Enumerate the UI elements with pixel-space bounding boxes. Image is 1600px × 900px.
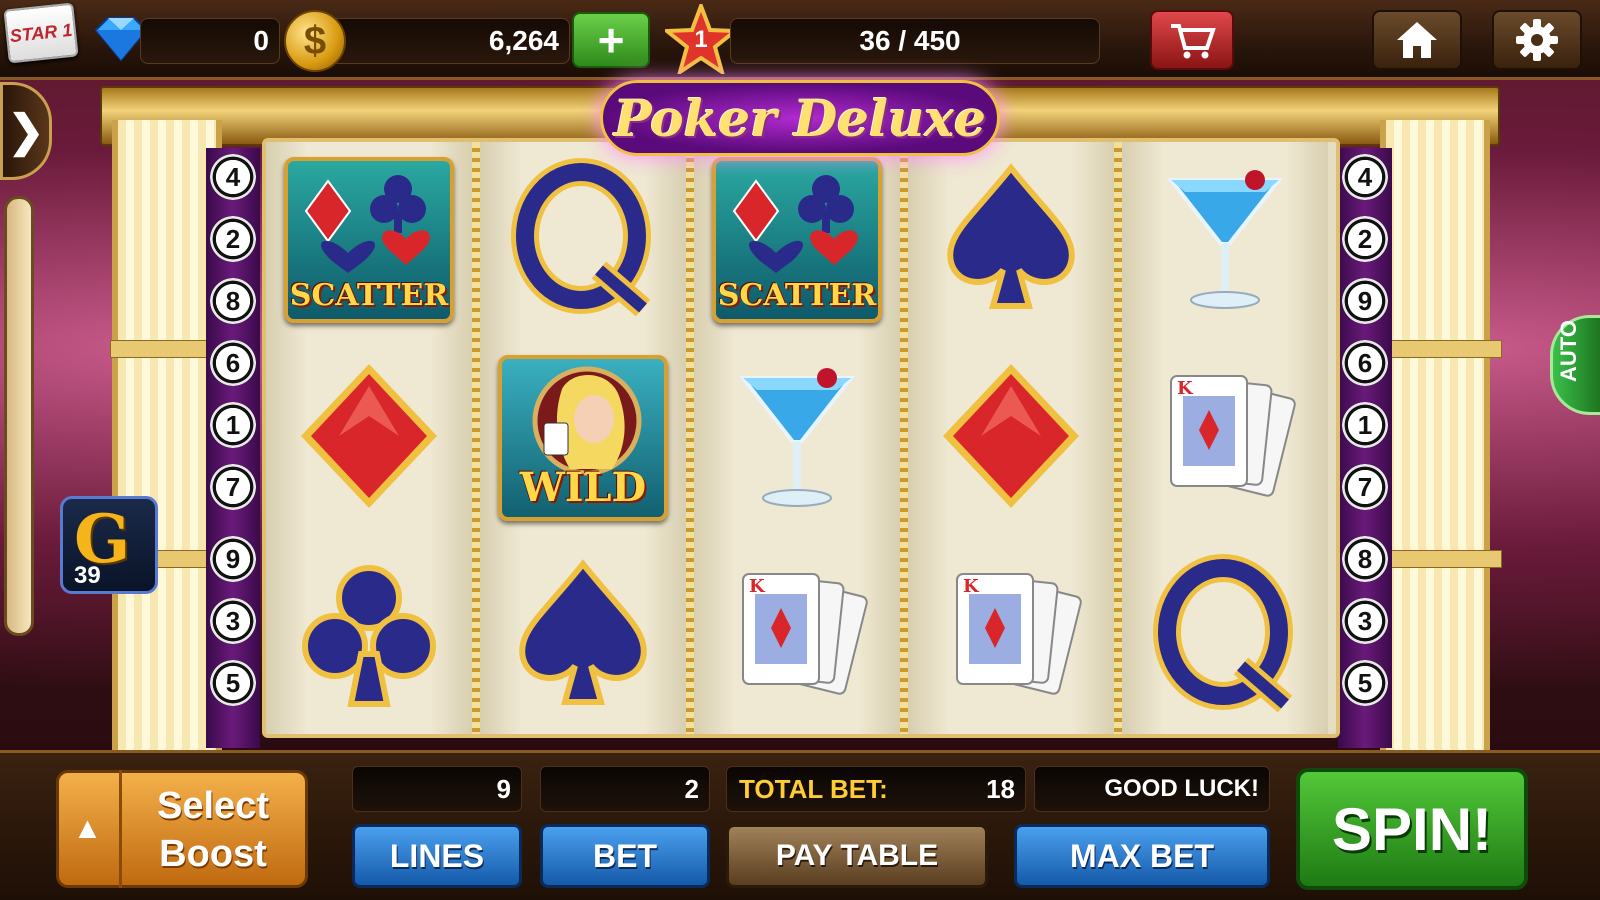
reel: K — [1122, 142, 1328, 734]
max-bet-button[interactable]: MAX BET — [1014, 824, 1270, 888]
reel: WILD — [480, 142, 686, 734]
kings-symbol: K — [717, 554, 877, 719]
xp-progress: 36 / 450 — [730, 18, 1100, 64]
wild-label: WILD — [519, 464, 647, 511]
total-bet-value: 18 — [986, 773, 1015, 804]
star-rank-badge: STAR 1 — [3, 2, 79, 64]
spade-symbol — [503, 554, 663, 719]
martini-symbol — [717, 356, 877, 521]
gear-icon — [1516, 19, 1558, 61]
scatter-symbol: SCATTER — [712, 157, 882, 323]
reel-cell: K — [694, 538, 900, 734]
queen-symbol — [1145, 553, 1305, 719]
cart-icon — [1171, 24, 1216, 59]
svg-text:K: K — [1177, 378, 1194, 399]
reels-area: SCATTER WILD SCATTER KKK — [262, 138, 1340, 738]
reel: SCATTER — [266, 142, 472, 734]
diamond-symbol — [289, 356, 449, 521]
total-bet-label: TOTAL BET: — [739, 773, 888, 804]
buy-coins-button[interactable]: + — [572, 12, 650, 68]
payline-chip-left[interactable]: 9 — [210, 536, 256, 582]
total-bet-display: TOTAL BET: 18 — [726, 766, 1026, 812]
kings-symbol: K — [931, 554, 1091, 719]
boost-progress-track — [4, 196, 34, 636]
bet-button[interactable]: BET — [540, 824, 710, 888]
slot-stage: 4 2 8 6 1 7 9 3 5 4 2 9 6 1 7 8 3 5 SCATTER WILD SCATTER… — [0, 80, 1600, 750]
payline-chip-left[interactable]: 5 — [210, 660, 256, 706]
diamond-symbol — [931, 356, 1091, 521]
spin-button[interactable]: SPIN! — [1296, 768, 1528, 890]
reel-cell — [266, 538, 472, 734]
home-icon — [1397, 22, 1437, 58]
payline-chip-left[interactable]: 8 — [210, 278, 256, 324]
status-message: GOOD LUCK! — [1034, 766, 1270, 812]
scatter-label: SCATTER — [289, 278, 449, 313]
boost-up-arrow-icon[interactable]: ▲ — [56, 770, 122, 888]
payline-chip-right[interactable]: 4 — [1342, 154, 1388, 200]
game-title-plate: Poker Deluxe — [600, 80, 1000, 156]
reel-cell — [1122, 142, 1328, 338]
wild-symbol: WILD — [498, 355, 668, 521]
level-number: 1 — [694, 26, 708, 53]
reel-cell — [1122, 538, 1328, 734]
shop-button[interactable] — [1150, 10, 1234, 70]
scatter-label: SCATTER — [717, 278, 877, 313]
payline-chip-right[interactable]: 1 — [1342, 402, 1388, 448]
select-boost-label: Select Boost — [157, 785, 269, 875]
reel-cell — [908, 142, 1114, 338]
reel-cell — [694, 340, 900, 536]
reel-cell: SCATTER — [266, 142, 472, 338]
payline-chip-left[interactable]: 6 — [210, 340, 256, 386]
scatter-symbol: SCATTER — [284, 157, 454, 323]
reel: SCATTER K — [694, 142, 900, 734]
game-title: Poker Deluxe — [614, 88, 986, 148]
pay-table-button[interactable]: PAY TABLE — [726, 824, 988, 888]
martini-symbol — [1145, 158, 1305, 323]
gems-counter: 0 — [140, 18, 280, 64]
reel-cell — [266, 340, 472, 536]
settings-button[interactable] — [1492, 10, 1582, 70]
payline-chip-right[interactable]: 9 — [1342, 278, 1388, 324]
payline-chip-left[interactable]: 3 — [210, 598, 256, 644]
right-pillar — [1378, 120, 1502, 750]
reel-cell: SCATTER — [694, 142, 900, 338]
svg-text:K: K — [963, 576, 980, 597]
club-symbol — [289, 554, 449, 719]
kings-symbol: K — [1145, 356, 1305, 521]
reel: K — [908, 142, 1114, 734]
coin-icon: $ — [284, 10, 346, 72]
reel-cell: K — [908, 538, 1114, 734]
spade-symbol — [931, 158, 1091, 323]
reel-cell: K — [1122, 340, 1328, 536]
payline-chip-left[interactable]: 4 — [210, 154, 256, 200]
queen-symbol — [503, 157, 663, 323]
payline-chip-left[interactable]: 1 — [210, 402, 256, 448]
payline-column-left: 4 2 8 6 1 7 9 3 5 — [206, 148, 260, 748]
svg-text:K: K — [749, 576, 766, 597]
reel-cell — [480, 142, 686, 338]
reel-cell — [480, 538, 686, 734]
payline-chip-right[interactable]: 3 — [1342, 598, 1388, 644]
payline-chip-right[interactable]: 2 — [1342, 216, 1388, 262]
bet-value: 2 — [540, 766, 710, 812]
reel-cell — [908, 340, 1114, 536]
payline-chip-right[interactable]: 7 — [1342, 464, 1388, 510]
home-button[interactable] — [1372, 10, 1462, 70]
payline-chip-left[interactable]: 7 — [210, 464, 256, 510]
payline-chip-left[interactable]: 2 — [210, 216, 256, 262]
payline-chip-right[interactable]: 6 — [1342, 340, 1388, 386]
lines-value: 9 — [352, 766, 522, 812]
payline-chip-right[interactable]: 5 — [1342, 660, 1388, 706]
g-boost-count: 39 — [74, 562, 101, 589]
coins-counter: 6,264 — [330, 18, 570, 64]
payline-column-right: 4 2 9 6 1 7 8 3 5 — [1338, 148, 1392, 748]
reel-cell: WILD — [480, 340, 686, 536]
lines-button[interactable]: LINES — [352, 824, 522, 888]
payline-chip-right[interactable]: 8 — [1342, 536, 1388, 582]
